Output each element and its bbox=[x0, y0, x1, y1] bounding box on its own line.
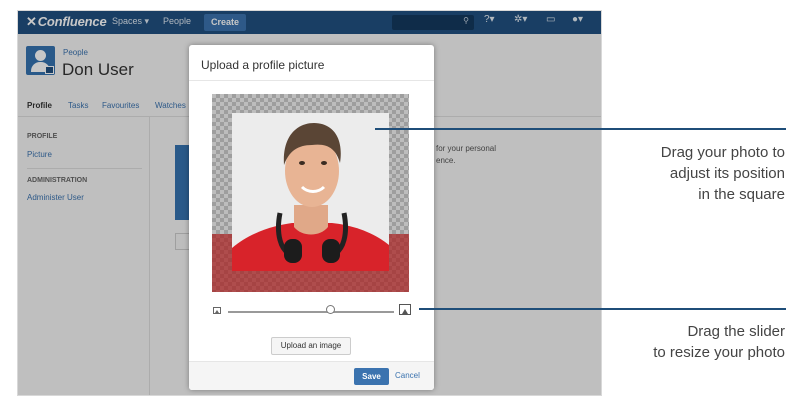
upload-profile-picture-dialog: Upload a profile picture Upload an image… bbox=[189, 45, 434, 390]
zoom-in-image-icon bbox=[399, 304, 411, 315]
dialog-title: Upload a profile picture bbox=[201, 58, 325, 72]
callout-slider: Drag the slider to resize your photo bbox=[653, 321, 785, 363]
profile-photo[interactable] bbox=[232, 113, 389, 271]
callout-photo-line2: adjust its position bbox=[669, 165, 785, 182]
callout-photo-line1: Drag your photo to bbox=[660, 144, 785, 161]
callout-photo-line3: in the square bbox=[698, 186, 785, 203]
callout-line-photo bbox=[375, 128, 786, 130]
crop-overflow-left bbox=[212, 234, 232, 271]
cancel-link[interactable]: Cancel bbox=[395, 371, 420, 380]
callout-photo: Drag your photo to adjust its position i… bbox=[661, 142, 785, 205]
callout-slider-line2: to resize your photo bbox=[653, 344, 785, 361]
image-crop-area[interactable] bbox=[212, 94, 409, 292]
crop-overflow-right bbox=[389, 234, 409, 271]
zoom-slider-row bbox=[213, 304, 411, 318]
callout-line-slider bbox=[419, 308, 786, 310]
save-button[interactable]: Save bbox=[354, 368, 389, 385]
zoom-slider-track[interactable] bbox=[228, 311, 394, 313]
photo-image bbox=[232, 113, 389, 271]
confluence-screenshot: ✕Confluence Spaces ▾ People Create ⚲ ?▾ … bbox=[17, 10, 602, 396]
crop-overflow-bottom bbox=[212, 271, 409, 292]
callout-slider-line1: Drag the slider bbox=[687, 323, 785, 340]
dialog-divider bbox=[189, 80, 434, 81]
dialog-footer: Save Cancel bbox=[189, 361, 434, 390]
upload-image-button[interactable]: Upload an image bbox=[271, 337, 351, 355]
zoom-out-image-icon bbox=[213, 307, 221, 314]
